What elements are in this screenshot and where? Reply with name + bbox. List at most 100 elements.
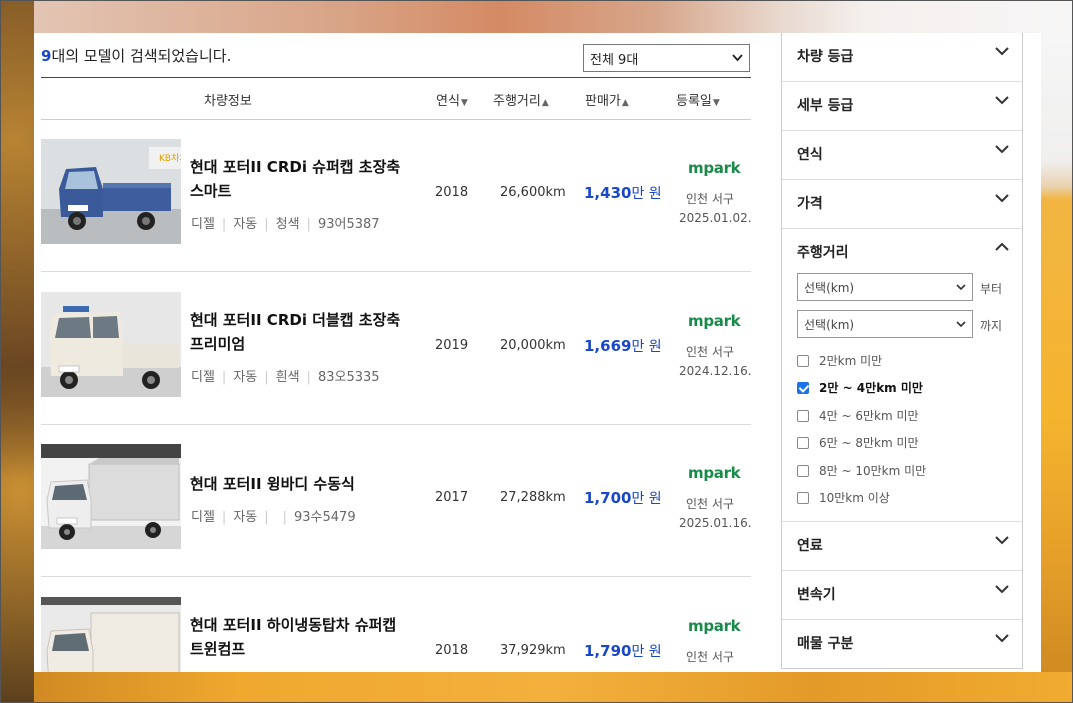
listing-row[interactable]: KB차차차 현대 포터II CRDi 슈퍼캡 초장축 스마트 디젤|자동|청색|… xyxy=(41,119,752,272)
filter-listing-type[interactable]: 매물 구분 xyxy=(782,620,1022,668)
mileage-from-value: 선택(km) xyxy=(804,280,855,295)
option-label: 4만 ~ 6만km 미만 xyxy=(819,409,919,423)
transmission: 자동 xyxy=(233,370,258,385)
filter-title: 가격 xyxy=(797,196,823,212)
sort-down-icon: ▼ xyxy=(460,98,468,108)
plate-number: 93수5479 xyxy=(294,510,356,525)
transmission: 자동 xyxy=(233,510,258,525)
sort-year-label: 연식 xyxy=(436,94,460,109)
listing-date: 2025.01.16. xyxy=(679,516,752,530)
checkbox[interactable] xyxy=(797,354,809,367)
seller-logo[interactable]: mpark xyxy=(688,617,741,635)
sort-down-icon: ▼ xyxy=(712,98,720,108)
vehicle-filter-select[interactable]: 전체 9대 xyxy=(583,44,750,72)
listing-mileage: 26,600km xyxy=(500,185,566,200)
checkbox[interactable] xyxy=(797,464,809,477)
price-value: 1,790 xyxy=(584,642,632,660)
mileage-option[interactable]: 6만 ~ 8만km 미만 xyxy=(797,434,919,451)
vehicle-photo[interactable]: KB차차차 xyxy=(41,139,181,244)
truck-image: KB차차차 xyxy=(41,139,181,244)
listing-title[interactable]: 현대 포터II CRDi 슈퍼캡 초장축 스마트 xyxy=(190,155,415,203)
price-unit: 만 원 xyxy=(631,644,662,660)
sort-price[interactable]: 판매가▲ xyxy=(585,90,629,109)
sort-mileage[interactable]: 주행거리▲ xyxy=(493,90,549,109)
color: 흰색 xyxy=(275,370,300,385)
listing-price: 1,790만 원 xyxy=(584,641,662,661)
filter-sub-grade[interactable]: 세부 등급 xyxy=(782,82,1022,131)
price-unit: 만 원 xyxy=(631,491,662,507)
sort-year[interactable]: 연식▼ xyxy=(436,90,468,109)
option-label: 8만 ~ 10만km 미만 xyxy=(819,464,927,478)
background-right xyxy=(1041,33,1073,672)
seller-logo[interactable]: mpark xyxy=(688,159,741,177)
sort-registered-label: 등록일 xyxy=(676,94,712,109)
header-info: 차량정보 xyxy=(204,94,252,109)
listing-title-line2: 트윈컴프 xyxy=(190,640,246,658)
listing-meta: 디젤 | 자동 | | 93수5479 xyxy=(191,510,356,525)
plate-number: 83오5335 xyxy=(317,370,380,385)
transmission: 자동 xyxy=(233,217,258,232)
truck-image xyxy=(41,597,181,672)
chevron-down-icon xyxy=(995,96,1009,105)
listing-mileage: 27,288km xyxy=(500,490,566,505)
filter-price[interactable]: 가격 xyxy=(782,180,1022,229)
listing-meta: 디젤 | 자동 | 흰색 | 83오5335 xyxy=(191,370,380,385)
listing-row[interactable]: 현대 포터II 하이냉동탑차 슈퍼캡 트윈컴프 2018 37,929km 1,… xyxy=(41,577,751,672)
listing-title-line2: 스마트 xyxy=(190,182,232,200)
seller-logo[interactable]: mpark xyxy=(688,312,741,330)
price-value: 1,430 xyxy=(584,184,632,202)
checkbox[interactable] xyxy=(797,436,809,449)
filter-fuel[interactable]: 연료 xyxy=(782,522,1022,571)
filter-title: 매물 구분 xyxy=(797,636,854,652)
listing-price: 1,669만 원 xyxy=(584,336,662,356)
checkbox[interactable] xyxy=(797,491,809,504)
mileage-option[interactable]: 8만 ~ 10만km 미만 xyxy=(797,462,926,479)
mileage-option[interactable]: 4만 ~ 6만km 미만 xyxy=(797,407,919,424)
table-header: 차량정보 연식▼ 주행거리▲ 판매가▲ 등록일▼ xyxy=(41,77,751,120)
chevron-down-icon xyxy=(995,145,1009,154)
listing-title-line1: 현대 포터II CRDi 슈퍼캡 초장축 xyxy=(190,158,401,176)
result-count: 9대의 모델이 검색되었습니다. xyxy=(41,45,231,66)
vehicle-photo[interactable] xyxy=(41,444,181,549)
checkbox-checked[interactable] xyxy=(797,381,809,394)
listing-mileage: 20,000km xyxy=(500,338,566,353)
listing-title-line1: 현대 포터II CRDi 더블캡 초장축 xyxy=(190,311,401,329)
sort-up-icon: ▲ xyxy=(541,98,549,108)
sort-registered[interactable]: 등록일▼ xyxy=(676,90,720,109)
filter-title: 차량 등급 xyxy=(797,49,854,65)
vehicle-filter-value: 전체 9대 xyxy=(590,52,639,68)
truck-image xyxy=(41,444,181,549)
vehicle-photo[interactable] xyxy=(41,292,181,397)
mileage-option[interactable]: 2만km 미만 xyxy=(797,352,882,369)
listing-year: 2018 xyxy=(435,185,469,200)
mileage-option[interactable]: 10만km 이상 xyxy=(797,489,890,506)
mileage-option[interactable]: 2만 ~ 4만km 미만 xyxy=(797,379,923,396)
mileage-from-select[interactable]: 선택(km) xyxy=(797,273,973,301)
option-label: 2만km 미만 xyxy=(819,354,883,368)
mileage-to-select[interactable]: 선택(km) xyxy=(797,310,973,338)
option-label: 10만km 이상 xyxy=(819,491,890,505)
listing-row[interactable]: 현대 포터II CRDi 더블캡 초장축 프리미엄 디젤 | 자동 | 흰색 | 83오53… xyxy=(41,272,752,425)
filter-grade[interactable]: 차량 등급 xyxy=(782,33,1022,82)
listing-row[interactable]: 현대 포터II 윙바디 수동식 디젤 | 자동 | | 93수5479 2017 27,2… xyxy=(41,424,752,577)
chevron-up-icon[interactable] xyxy=(994,239,1010,255)
price-value: 1,700 xyxy=(584,489,632,507)
listing-title[interactable]: 현대 포터II 하이냉동탑차 슈퍼캡 트윈컴프 xyxy=(190,613,415,661)
seller-logo[interactable]: mpark xyxy=(688,464,741,482)
filter-transmission[interactable]: 변속기 xyxy=(782,571,1022,620)
thumb-badge: KB차차차 xyxy=(159,152,181,164)
filter-title: 세부 등급 xyxy=(797,98,854,114)
mileage-from-label: 부터 xyxy=(980,282,1003,296)
listing-title[interactable]: 현대 포터II CRDi 더블캡 초장축 프리미엄 xyxy=(190,308,415,356)
price-unit: 만 원 xyxy=(631,339,662,355)
vehicle-photo[interactable] xyxy=(41,597,181,672)
sort-up-icon: ▲ xyxy=(621,98,629,108)
checkbox[interactable] xyxy=(797,409,809,422)
listing-title[interactable]: 현대 포터II 윙바디 수동식 xyxy=(190,472,415,496)
fuel: 디젤 xyxy=(191,217,215,232)
filter-year[interactable]: 연식 xyxy=(782,131,1022,180)
filter-mileage: 주행거리 선택(km) 부터 선택(km) 까지 2만km 미만 2만 ~ 4만… xyxy=(782,229,1022,522)
fuel: 디젤 xyxy=(191,370,215,385)
filter-title: 변속기 xyxy=(797,587,836,603)
filter-title[interactable]: 주행거리 xyxy=(797,242,849,262)
